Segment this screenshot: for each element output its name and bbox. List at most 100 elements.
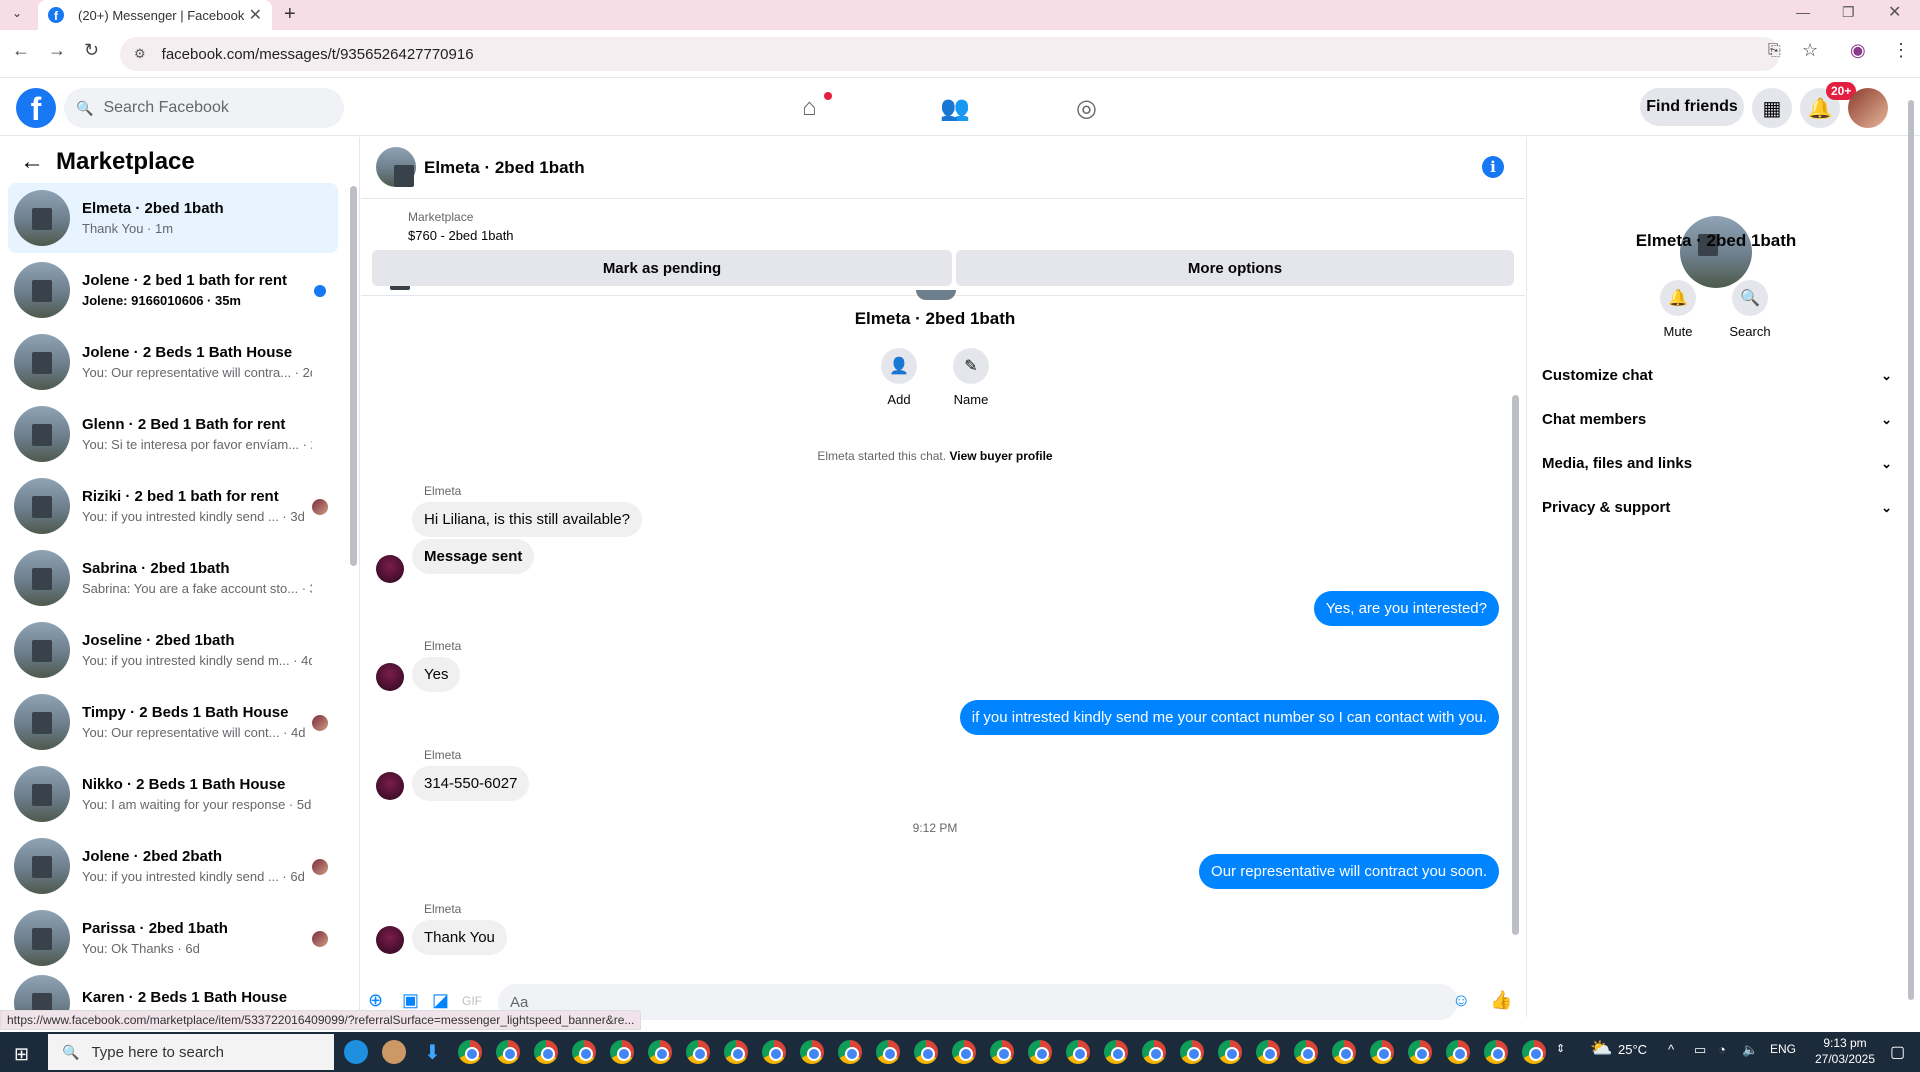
chrome-icon[interactable] (1142, 1040, 1166, 1064)
mark-as-pending-button[interactable]: Mark as pending (372, 250, 952, 286)
chrome-icon[interactable] (1408, 1040, 1432, 1064)
details-avatar[interactable] (1680, 216, 1752, 288)
site-info-icon[interactable]: ⚙ (134, 46, 146, 62)
reload-icon[interactable]: ↻ (84, 40, 99, 61)
chrome-icon[interactable] (1522, 1040, 1546, 1064)
find-friends-button[interactable]: Find friends (1640, 88, 1744, 126)
tray-chevron-up-icon[interactable]: ^ (1668, 1042, 1674, 1057)
conversation-item[interactable]: Jolene · 2bed 2bath You: if you intrested… (8, 831, 338, 901)
conversation-item[interactable]: Jolene · 2 Beds 1 Bath House You: Our rep… (8, 327, 338, 397)
temperature[interactable]: 25°C (1618, 1042, 1647, 1057)
sender-avatar[interactable] (376, 926, 404, 954)
conversation-list-scrollbar[interactable] (350, 186, 357, 566)
menu-grid-icon[interactable]: ▦ (1752, 88, 1792, 128)
conversation-item[interactable]: Parissa · 2bed 1bath You: Ok Thanks · 6d (8, 903, 338, 973)
page-scrollbar[interactable] (1908, 100, 1914, 1000)
app-icon[interactable] (382, 1040, 406, 1064)
incoming-message[interactable]: Thank You (412, 920, 507, 955)
chrome-icon[interactable] (572, 1040, 596, 1064)
incoming-message[interactable]: Message sent (412, 539, 535, 574)
chrome-icon[interactable] (952, 1040, 976, 1064)
chrome-icon[interactable] (990, 1040, 1014, 1064)
conversation-item[interactable]: Glenn · 2 Bed 1 Bath for rent You: Si te … (8, 399, 338, 469)
customize-chat-section[interactable]: Customize chat ⌄ (1542, 367, 1892, 384)
tab-close-icon[interactable]: ✕ (249, 5, 262, 25)
gif-icon[interactable]: GIF (462, 994, 482, 1008)
conversation-item[interactable]: Jolene · 2 bed 1 bath for rent Jolene: 91… (8, 255, 338, 325)
profile-icon[interactable]: ◉ (1850, 40, 1866, 61)
account-avatar[interactable] (1848, 88, 1888, 128)
sender-avatar[interactable] (376, 555, 404, 583)
chat-avatar[interactable] (376, 147, 416, 187)
taskbar-search-input[interactable]: 🔍 Type here to search (48, 1034, 334, 1070)
conversation-info-icon[interactable]: i (1482, 156, 1504, 178)
media-files-links-section[interactable]: Media, files and links ⌄ (1542, 455, 1892, 472)
tab-list-chevron-icon[interactable]: ⌄ (12, 6, 22, 20)
chrome-icon[interactable] (458, 1040, 482, 1064)
name-button[interactable]: ✎ Name (931, 348, 1011, 407)
view-buyer-profile-link[interactable]: View buyer profile (949, 449, 1052, 463)
windows-start-icon[interactable]: ⊞ (14, 1044, 29, 1065)
browser-menu-icon[interactable]: ⋮ (1892, 40, 1910, 61)
emoji-icon[interactable]: ☺ (1452, 990, 1470, 1011)
chrome-icon[interactable] (1256, 1040, 1280, 1064)
add-button[interactable]: 👤 Add (859, 348, 939, 407)
taskbar-clock[interactable]: 9:13 pm 27/03/2025 (1800, 1035, 1890, 1067)
volume-icon[interactable]: 🔈 (1742, 1042, 1758, 1058)
outgoing-message[interactable]: Our representative will contract you soo… (1199, 854, 1499, 889)
chrome-icon[interactable] (610, 1040, 634, 1064)
home-icon[interactable]: ⌂ (802, 94, 817, 122)
chrome-icon[interactable] (800, 1040, 824, 1064)
download-icon[interactable]: ⬇ (424, 1040, 441, 1065)
chrome-icon[interactable] (1446, 1040, 1470, 1064)
chat-members-section[interactable]: Chat members ⌄ (1542, 411, 1892, 428)
outgoing-message[interactable]: Yes, are you interested? (1313, 591, 1499, 626)
chrome-icon[interactable] (838, 1040, 862, 1064)
chrome-icon[interactable] (914, 1040, 938, 1064)
conversation-item[interactable]: Sabrina · 2bed 1bath Sabrina: You are a f… (8, 543, 338, 613)
browser-tab-messenger[interactable]: f (20+) Messenger | Facebook ✕ (38, 0, 272, 30)
chrome-icon[interactable] (686, 1040, 710, 1064)
facebook-logo[interactable]: f (16, 88, 56, 128)
bookmark-star-icon[interactable]: ☆ (1802, 40, 1818, 61)
chrome-icon[interactable] (1370, 1040, 1394, 1064)
conversation-item[interactable]: Timpy · 2 Beds 1 Bath House You: Our repr… (8, 687, 338, 757)
chrome-icon[interactable] (1066, 1040, 1090, 1064)
groups-icon[interactable]: ◎ (1076, 94, 1097, 123)
language-indicator[interactable]: ENG (1770, 1042, 1796, 1056)
listing-price[interactable]: $760 - 2bed 1bath (408, 228, 514, 243)
chrome-icon[interactable] (724, 1040, 748, 1064)
conversation-item[interactable]: Elmeta · 2bed 1bath Thank You · 1m (8, 183, 338, 253)
address-bar[interactable]: ⚙ facebook.com/messages/t/93565264277709… (120, 37, 1780, 71)
sticker-icon[interactable]: ◪ (432, 990, 449, 1011)
chat-title[interactable]: Elmeta · 2bed 1bath (424, 158, 585, 178)
chrome-icon[interactable] (648, 1040, 672, 1064)
search-conversation-button[interactable]: 🔍 Search (1710, 280, 1790, 339)
chrome-icon[interactable] (1332, 1040, 1356, 1064)
chrome-icon[interactable] (1218, 1040, 1242, 1064)
taskbar-scroll-icon[interactable]: ⇕ (1556, 1042, 1565, 1055)
network-icon[interactable]: ▭ (1694, 1042, 1706, 1058)
chat-scrollbar[interactable] (1512, 395, 1519, 935)
privacy-support-section[interactable]: Privacy & support ⌄ (1542, 499, 1892, 516)
weather-icon[interactable]: ⛅ (1590, 1038, 1612, 1059)
chrome-icon[interactable] (1484, 1040, 1508, 1064)
chrome-icon[interactable] (1294, 1040, 1318, 1064)
friends-icon[interactable]: 👥 (940, 94, 970, 123)
back-icon[interactable]: ← (12, 40, 30, 61)
new-tab-button[interactable]: + (284, 3, 296, 26)
notification-center-icon[interactable]: ▢ (1890, 1042, 1905, 1062)
photo-icon[interactable]: ▣ (402, 990, 419, 1011)
chrome-icon[interactable] (762, 1040, 786, 1064)
conversation-item[interactable]: Nikko · 2 Beds 1 Bath House You: I am wai… (8, 759, 338, 829)
conversation-item[interactable]: Joseline · 2bed 1bath You: if you intrest… (8, 615, 338, 685)
incoming-message[interactable]: Yes (412, 657, 461, 692)
mute-button[interactable]: 🔔 Mute (1638, 280, 1718, 339)
window-close-icon[interactable]: ✕ (1888, 2, 1901, 22)
incoming-message[interactable]: 314-550-6027 (412, 766, 530, 801)
chrome-icon[interactable] (496, 1040, 520, 1064)
install-app-icon[interactable]: ⎘ (1768, 42, 1781, 60)
back-arrow-icon[interactable]: ← (20, 148, 44, 176)
minimize-icon[interactable]: — (1796, 4, 1810, 20)
wifi-icon[interactable]: ◔ (1718, 1042, 1726, 1057)
